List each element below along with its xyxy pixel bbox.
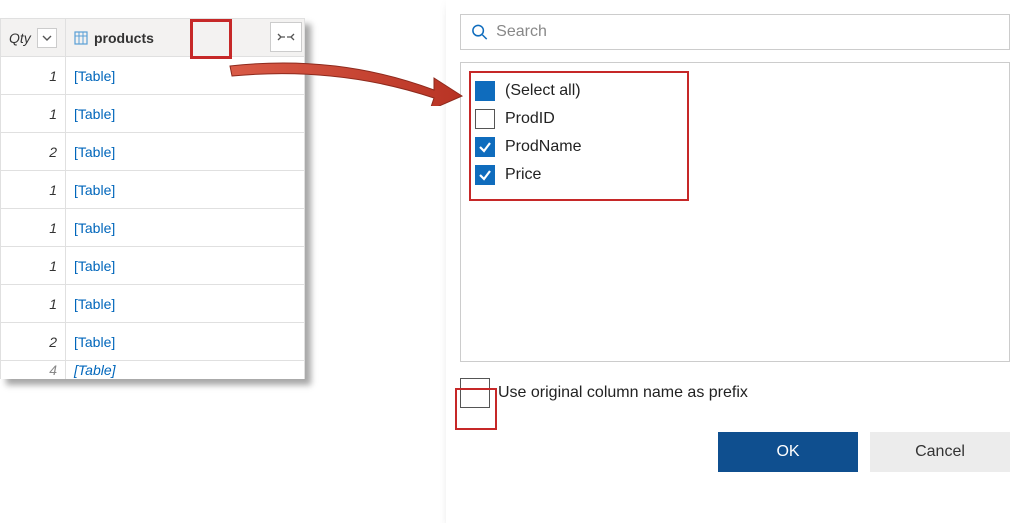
- ok-button[interactable]: OK: [718, 432, 858, 472]
- table-row[interactable]: 1[Table]: [1, 247, 305, 285]
- table-panel: Qty products: [0, 18, 305, 379]
- prefix-label: Use original column name as prefix: [498, 384, 748, 402]
- cancel-button[interactable]: Cancel: [870, 432, 1010, 472]
- cell-products[interactable]: [Table]: [66, 171, 305, 209]
- column-header-products[interactable]: products: [66, 19, 305, 57]
- table-row[interactable]: 2[Table]: [1, 323, 305, 361]
- expand-columns-dialog: (Select all) ProdID ProdName Price: [446, 0, 1024, 523]
- qty-filter-button[interactable]: [37, 28, 57, 48]
- checkbox-prefix[interactable]: [460, 378, 490, 408]
- table: Qty products: [0, 18, 305, 379]
- cell-qty: 1: [1, 95, 66, 133]
- dialog-button-row: OK Cancel: [460, 432, 1010, 472]
- table-row[interactable]: 1[Table]: [1, 285, 305, 323]
- check-icon: [478, 168, 492, 182]
- expand-icon: [277, 30, 295, 44]
- checkbox-select-all[interactable]: [475, 81, 495, 101]
- cell-qty: 4: [1, 361, 66, 379]
- expand-column-button[interactable]: [270, 22, 302, 52]
- column-option-prodid[interactable]: ProdID: [475, 105, 995, 133]
- column-option-label: ProdName: [505, 138, 581, 156]
- table-row[interactable]: 1[Table]: [1, 95, 305, 133]
- column-header-qty-label: Qty: [9, 30, 31, 46]
- cell-qty: 1: [1, 171, 66, 209]
- column-option-label: (Select all): [505, 82, 581, 100]
- cell-products[interactable]: [Table]: [66, 285, 305, 323]
- cell-products[interactable]: [Table]: [66, 133, 305, 171]
- table-row[interactable]: 2[Table]: [1, 133, 305, 171]
- column-option-select-all[interactable]: (Select all): [475, 77, 995, 105]
- cell-products[interactable]: [Table]: [66, 95, 305, 133]
- cell-products[interactable]: [Table]: [66, 209, 305, 247]
- cell-qty: 1: [1, 285, 66, 323]
- table-row[interactable]: 1[Table]: [1, 171, 305, 209]
- table-row[interactable]: 1[Table]: [1, 57, 305, 95]
- cell-qty: 1: [1, 209, 66, 247]
- column-option-label: ProdID: [505, 110, 555, 128]
- cell-qty: 2: [1, 323, 66, 361]
- cell-qty: 1: [1, 247, 66, 285]
- columns-list-box: (Select all) ProdID ProdName Price: [460, 62, 1010, 362]
- column-header-products-label: products: [94, 30, 154, 46]
- cell-qty: 1: [1, 57, 66, 95]
- prefix-option[interactable]: Use original column name as prefix: [460, 378, 1010, 408]
- checkbox-prodname[interactable]: [475, 137, 495, 157]
- cell-qty: 2: [1, 133, 66, 171]
- cell-products[interactable]: [Table]: [66, 57, 305, 95]
- search-input[interactable]: [496, 23, 999, 41]
- checkbox-price[interactable]: [475, 165, 495, 185]
- cell-products[interactable]: [Table]: [66, 361, 305, 379]
- chevron-down-icon: [42, 33, 52, 43]
- table-icon: [74, 31, 88, 45]
- search-box[interactable]: [460, 14, 1010, 50]
- cell-products[interactable]: [Table]: [66, 323, 305, 361]
- table-row[interactable]: 1[Table]: [1, 209, 305, 247]
- column-header-qty[interactable]: Qty: [1, 19, 66, 57]
- search-icon: [471, 23, 488, 41]
- check-icon: [478, 140, 492, 154]
- column-option-price[interactable]: Price: [475, 161, 995, 189]
- table-row[interactable]: 4[Table]: [1, 361, 305, 379]
- column-option-label: Price: [505, 166, 541, 184]
- table-body: 1[Table] 1[Table] 2[Table] 1[Table] 1[Ta…: [1, 57, 305, 379]
- checkbox-prodid[interactable]: [475, 109, 495, 129]
- cell-products[interactable]: [Table]: [66, 247, 305, 285]
- column-option-prodname[interactable]: ProdName: [475, 133, 995, 161]
